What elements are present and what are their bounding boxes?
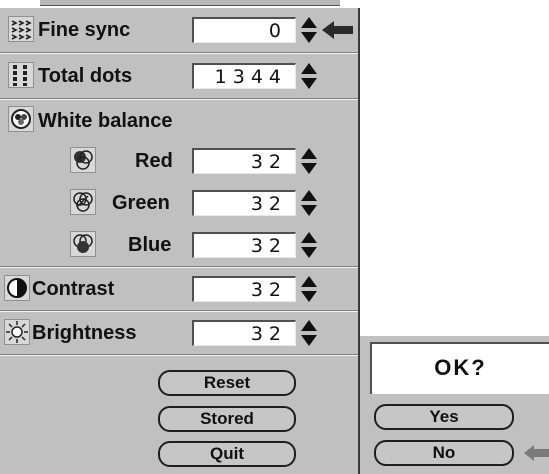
contrast-row: Contrast 32 <box>0 268 358 310</box>
fine-sync-field[interactable]: 0 <box>192 17 296 43</box>
contrast-spinner[interactable] <box>300 275 318 303</box>
fine-sync-row: Fine sync 0 <box>0 8 358 52</box>
contrast-label: Contrast <box>32 278 115 300</box>
brightness-label: Brightness <box>32 322 137 344</box>
total-dots-row: Total dots 1344 <box>0 54 358 98</box>
brightness-row: Brightness 32 <box>0 312 358 354</box>
green-field[interactable]: 32 <box>192 190 296 216</box>
yes-button[interactable]: Yes <box>374 404 514 430</box>
red-spinner[interactable] <box>300 147 318 175</box>
blue-label: Blue <box>128 234 172 256</box>
fine-sync-label: Fine sync <box>38 19 131 41</box>
white-balance-row: White balance <box>0 100 358 140</box>
green-spinner[interactable] <box>300 189 318 217</box>
total-dots-label: Total dots <box>38 65 133 87</box>
confirm-dialog: OK? Yes No <box>360 336 549 474</box>
ok-prompt: OK? <box>370 342 549 394</box>
blue-spinner[interactable] <box>300 231 318 259</box>
red-label: Red <box>135 150 173 172</box>
red-row: Red 32 <box>0 140 358 182</box>
brightness-spinner[interactable] <box>300 319 318 347</box>
total-dots-field[interactable]: 1344 <box>192 63 296 89</box>
menu-tab-edge <box>40 0 340 6</box>
green-channel-icon <box>70 189 96 215</box>
blue-field[interactable]: 32 <box>192 232 296 258</box>
red-channel-icon <box>70 147 96 173</box>
pc-adjust-panel: Fine sync 0 Total dots 1344 White balanc… <box>0 8 360 474</box>
green-row: Green 32 <box>0 182 358 224</box>
fine-sync-icon <box>8 16 34 42</box>
blue-row: Blue 32 <box>0 224 358 266</box>
red-field[interactable]: 32 <box>192 148 296 174</box>
pointer-arrow-left-icon <box>524 445 549 461</box>
green-label: Green <box>112 192 170 214</box>
quit-button[interactable]: Quit <box>158 441 296 467</box>
contrast-field[interactable]: 32 <box>192 276 296 302</box>
total-dots-icon <box>8 62 34 88</box>
no-button[interactable]: No <box>374 440 514 466</box>
stored-button[interactable]: Stored <box>158 406 296 432</box>
total-dots-spinner[interactable] <box>300 62 318 90</box>
contrast-icon <box>4 275 30 301</box>
reset-button[interactable]: Reset <box>158 370 296 396</box>
white-balance-icon <box>8 106 34 132</box>
fine-sync-spinner[interactable] <box>300 16 318 44</box>
blue-channel-icon <box>70 231 96 257</box>
brightness-field[interactable]: 32 <box>192 320 296 346</box>
white-balance-label: White balance <box>38 110 173 132</box>
pointer-arrow-left-icon <box>322 21 353 39</box>
brightness-sun-icon <box>4 319 30 345</box>
